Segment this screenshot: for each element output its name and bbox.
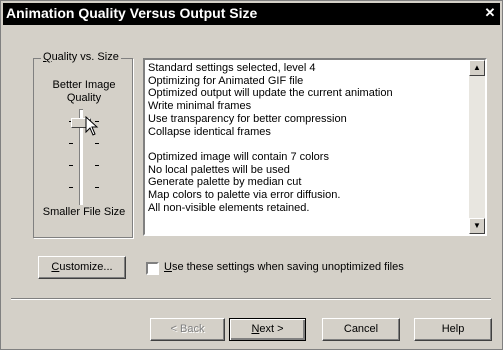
settings-line: Map colors to palette via error diffusio… (148, 189, 341, 202)
title-bar: Animation Quality Versus Output Size ✕ (3, 3, 500, 25)
vertical-scrollbar[interactable]: ▲ ▼ (469, 60, 485, 234)
settings-line: Collapse identical frames (148, 125, 271, 138)
settings-line: Optimized image will contain 7 colors (148, 150, 329, 163)
next-button[interactable]: Next > (229, 318, 306, 341)
slider-tick (95, 165, 99, 166)
optimizer-dialog: Animation Quality Versus Output Size ✕ Q… (0, 0, 503, 350)
slider-tick (95, 187, 99, 188)
back-button[interactable]: < Back (150, 318, 225, 341)
help-button[interactable]: Help (414, 318, 492, 341)
cancel-button[interactable]: Cancel (322, 318, 400, 341)
settings-line: Write minimal frames (148, 100, 252, 113)
use-settings-label: Use these settings when saving unoptimiz… (164, 261, 404, 273)
scroll-up-icon[interactable]: ▲ (469, 60, 485, 76)
settings-line: Optimized output will update the current… (148, 87, 393, 100)
quality-vs-size-label: Quality vs. Size (41, 51, 121, 63)
smaller-file-label: Smaller File Size (42, 206, 126, 218)
settings-line: Optimizing for Animated GIF file (148, 74, 304, 87)
customize-button[interactable]: Customize... (38, 256, 126, 279)
settings-line: All non-visible elements retained. (148, 201, 310, 214)
use-settings-checkbox[interactable] (146, 262, 159, 275)
scroll-down-icon[interactable]: ▼ (469, 218, 485, 234)
slider-tick (69, 143, 73, 144)
settings-line: Use transparency for better compression (148, 112, 347, 125)
slider-tick (95, 143, 99, 144)
separator (11, 298, 491, 300)
settings-line: No local palettes will be used (148, 163, 290, 176)
settings-line: Standard settings selected, level 4 (148, 62, 316, 74)
close-icon[interactable]: ✕ (483, 6, 497, 20)
better-quality-label: Better Image Quality (52, 79, 116, 104)
slider-tick (69, 187, 73, 188)
settings-summary-list[interactable]: Standard settings selected, level 4 Optim… (143, 58, 487, 236)
mouse-pointer-icon (85, 116, 99, 136)
slider-tick (69, 165, 73, 166)
settings-lines: Standard settings selected, level 4 Optim… (148, 62, 468, 214)
window-title: Animation Quality Versus Output Size (6, 5, 258, 21)
settings-line: Generate palette by median cut (148, 176, 302, 189)
